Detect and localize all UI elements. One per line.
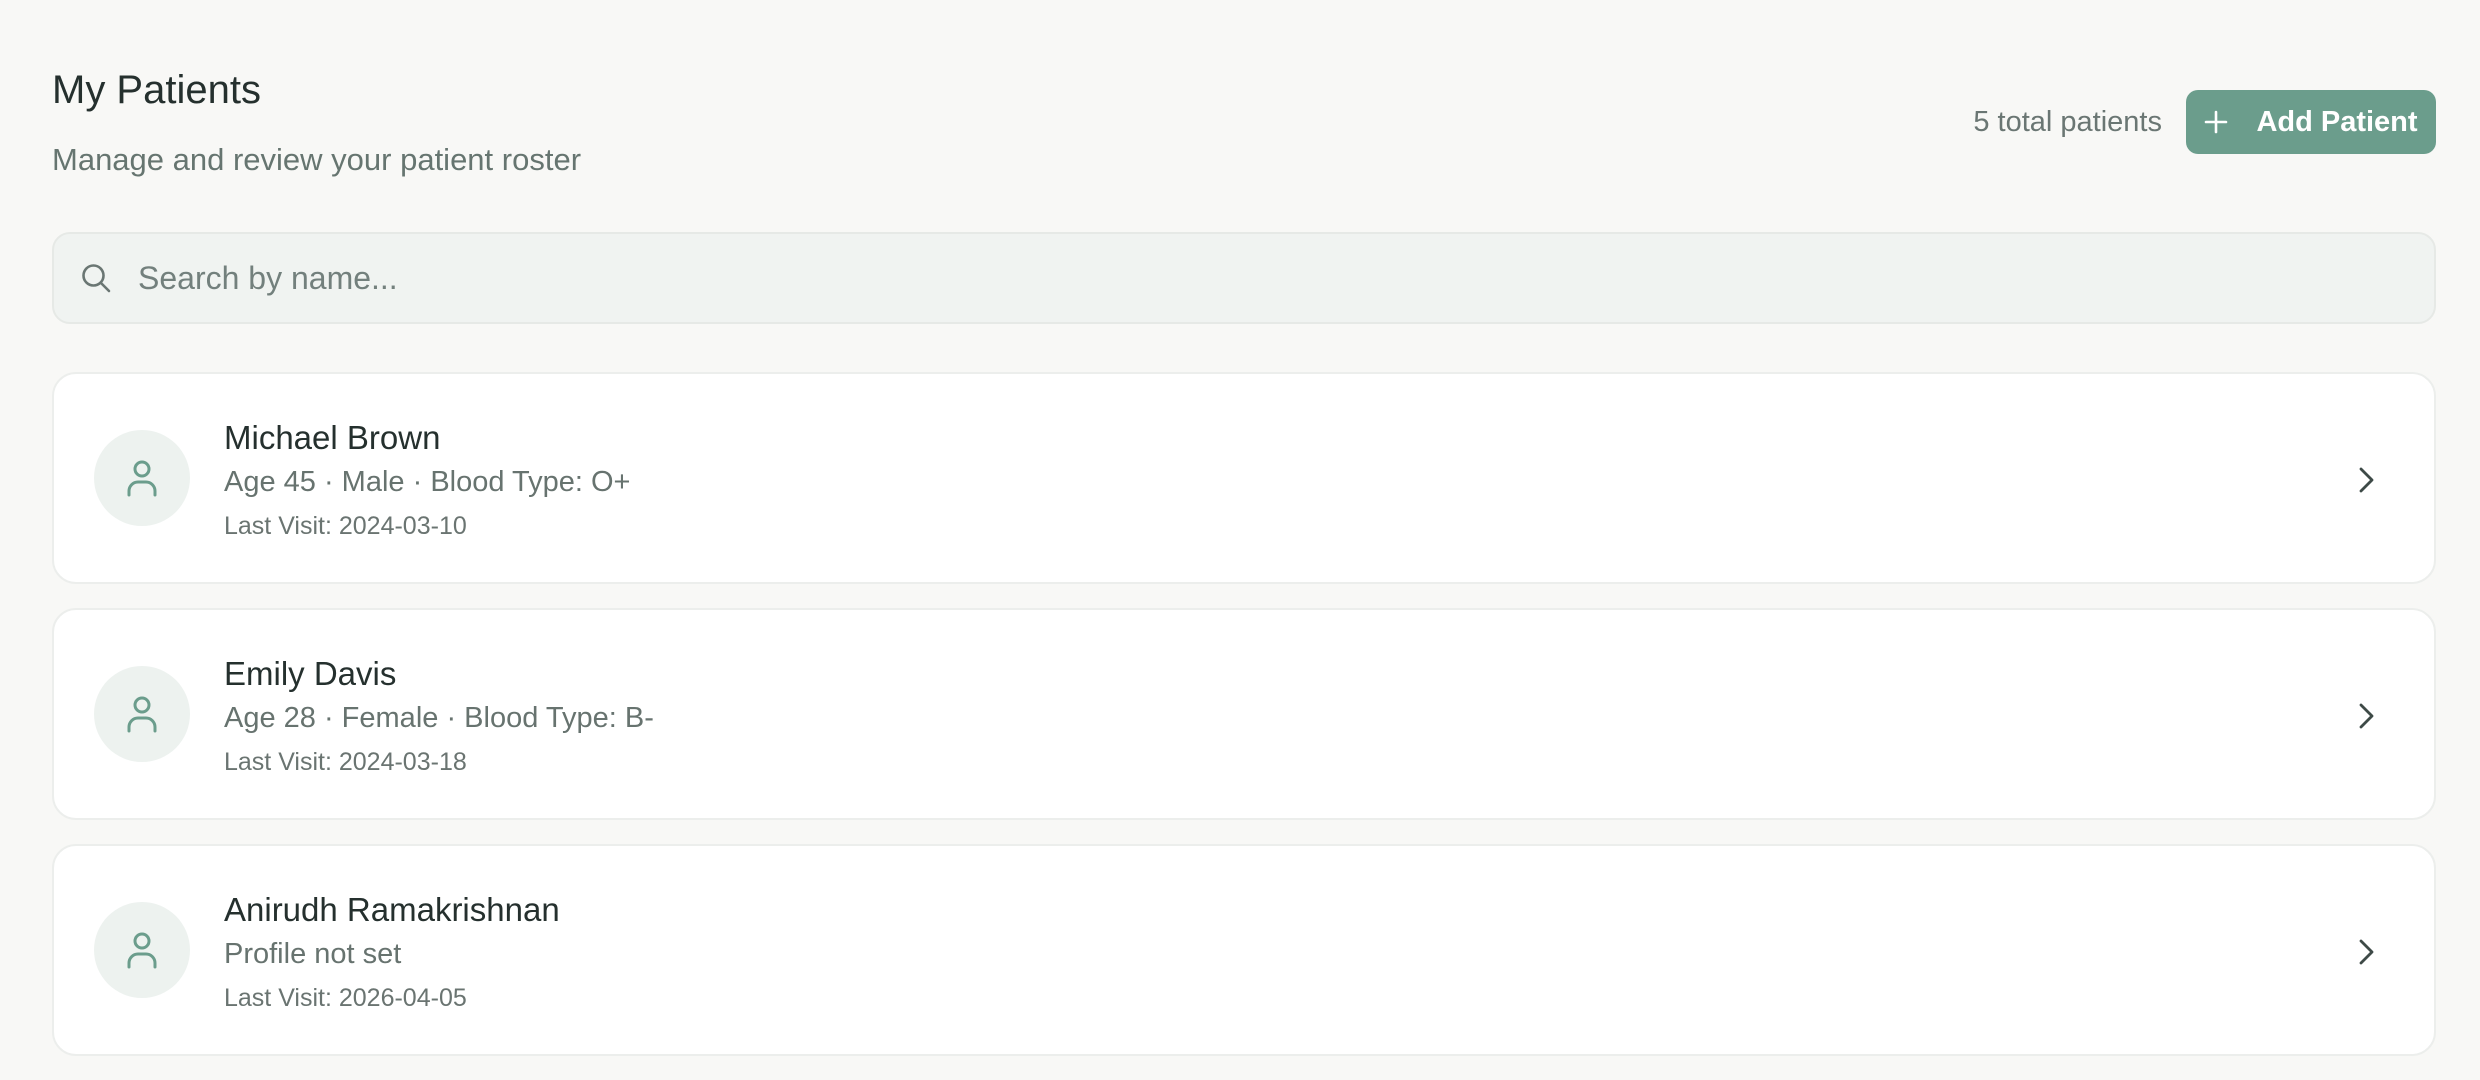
patient-name: Anirudh Ramakrishnan: [224, 891, 560, 928]
total-patients-count: 5 total patients: [1973, 105, 2162, 138]
patient-list: Michael Brown Age 45 · Male · Blood Type…: [52, 372, 2436, 1080]
chevron-right-icon: [2346, 932, 2386, 972]
search-bar[interactable]: [52, 232, 2436, 324]
user-icon: [94, 430, 190, 526]
page-subtitle: Manage and review your patient roster: [52, 142, 582, 177]
user-icon: [94, 666, 190, 762]
page-title: My Patients: [52, 68, 261, 112]
chevron-right-icon: [2346, 460, 2386, 500]
plus-icon: [2204, 110, 2228, 134]
patient-name: Michael Brown: [224, 419, 441, 456]
patient-details: Age 28 · Female · Blood Type: B-: [224, 702, 654, 734]
patients-page: My Patients Manage and review your patie…: [0, 0, 2480, 1068]
search-input[interactable]: [136, 247, 2410, 309]
patient-card[interactable]: Anirudh Ramakrishnan Profile not set Las…: [52, 844, 2436, 1056]
patient-card[interactable]: Michael Brown Age 45 · Male · Blood Type…: [52, 372, 2436, 584]
add-patient-label: Add Patient: [2256, 105, 2418, 138]
patient-name: Emily Davis: [224, 655, 397, 692]
patient-details: Age 45 · Male · Blood Type: O+: [224, 466, 631, 498]
patient-last-visit: Last Visit: 2026-04-05: [224, 984, 467, 1012]
patient-details: Profile not set: [224, 938, 402, 970]
search-icon: [78, 260, 114, 296]
header-actions: 5 total patients Add Patient: [1973, 90, 2436, 154]
chevron-right-icon: [2346, 696, 2386, 736]
user-icon: [94, 902, 190, 998]
patient-card[interactable]: Emily Davis Age 28 · Female · Blood Type…: [52, 608, 2436, 820]
patient-last-visit: Last Visit: 2024-03-18: [224, 748, 467, 776]
add-patient-button[interactable]: Add Patient: [2186, 90, 2436, 154]
patient-last-visit: Last Visit: 2024-03-10: [224, 512, 467, 540]
